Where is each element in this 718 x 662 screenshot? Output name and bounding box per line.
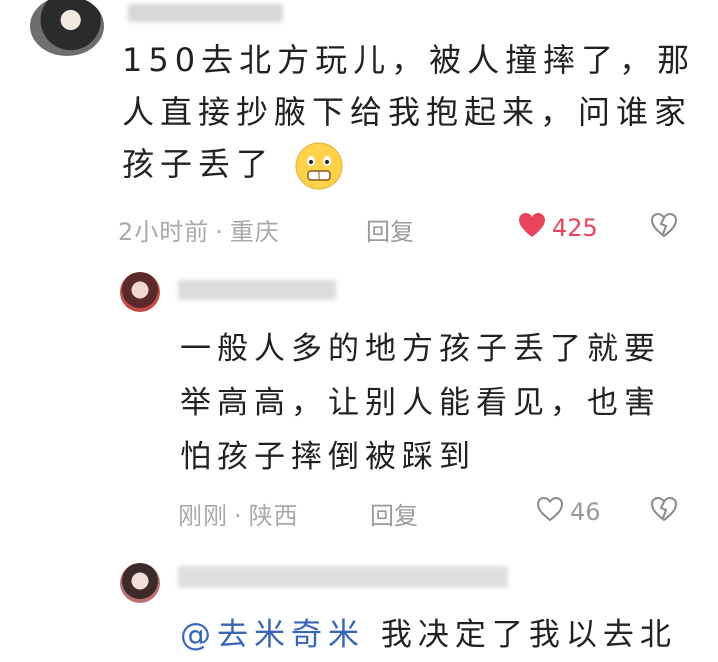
reply1-reply-button[interactable]: 回复	[370, 496, 418, 531]
reply1-dislike-button[interactable]	[650, 496, 678, 524]
comment-time: 2小时前	[118, 218, 210, 246]
comment-body: 150去北方玩儿，被人撞摔了，那人直接抄腋下给我抱起来，问谁家孩子丢了	[122, 41, 696, 183]
comment-text: 150去北方玩儿，被人撞摔了，那人直接抄腋下给我抱起来，问谁家孩子丢了	[122, 34, 702, 191]
reply1-time: 刚刚	[178, 502, 228, 530]
reply1-text: 一般人多的地方孩子丢了就要举高高，让别人能看见，也害怕孩子摔倒被踩到	[180, 331, 661, 475]
reply1-location: 陕西	[248, 502, 299, 530]
commenter-avatar[interactable]	[30, 0, 104, 56]
reply2-mention-link[interactable]: @去米奇米	[180, 617, 365, 653]
comment-reply-button[interactable]: 回复	[366, 212, 414, 247]
heart-filled-icon	[518, 212, 546, 244]
reply1-username-blurred[interactable]	[178, 280, 336, 300]
reply1-like-button[interactable]: 46	[536, 496, 601, 528]
broken-heart-icon	[650, 212, 678, 242]
heart-outline-icon	[536, 496, 564, 528]
comment-location: 重庆	[229, 218, 280, 246]
reply2-avatar[interactable]	[120, 563, 160, 603]
comment-meta: 2小时前 · 重庆	[118, 218, 280, 246]
commenter-username-blurred[interactable]	[128, 4, 283, 22]
reply2-username-blurred[interactable]	[178, 566, 508, 588]
comment-like-button[interactable]: 425	[518, 212, 598, 244]
reply1-like-count: 46	[570, 498, 601, 526]
dislike-button[interactable]	[650, 212, 678, 240]
reply2-text: @去米奇米 我决定了我以去北	[180, 608, 700, 662]
reply1-meta: 刚刚 · 陕西	[178, 502, 299, 530]
reply2-body: 我决定了我以去北	[380, 617, 677, 653]
comment-like-count: 425	[552, 214, 598, 242]
grimace-emoji-icon	[294, 141, 344, 191]
reply1-avatar[interactable]	[120, 272, 160, 312]
broken-heart-icon	[650, 496, 678, 526]
